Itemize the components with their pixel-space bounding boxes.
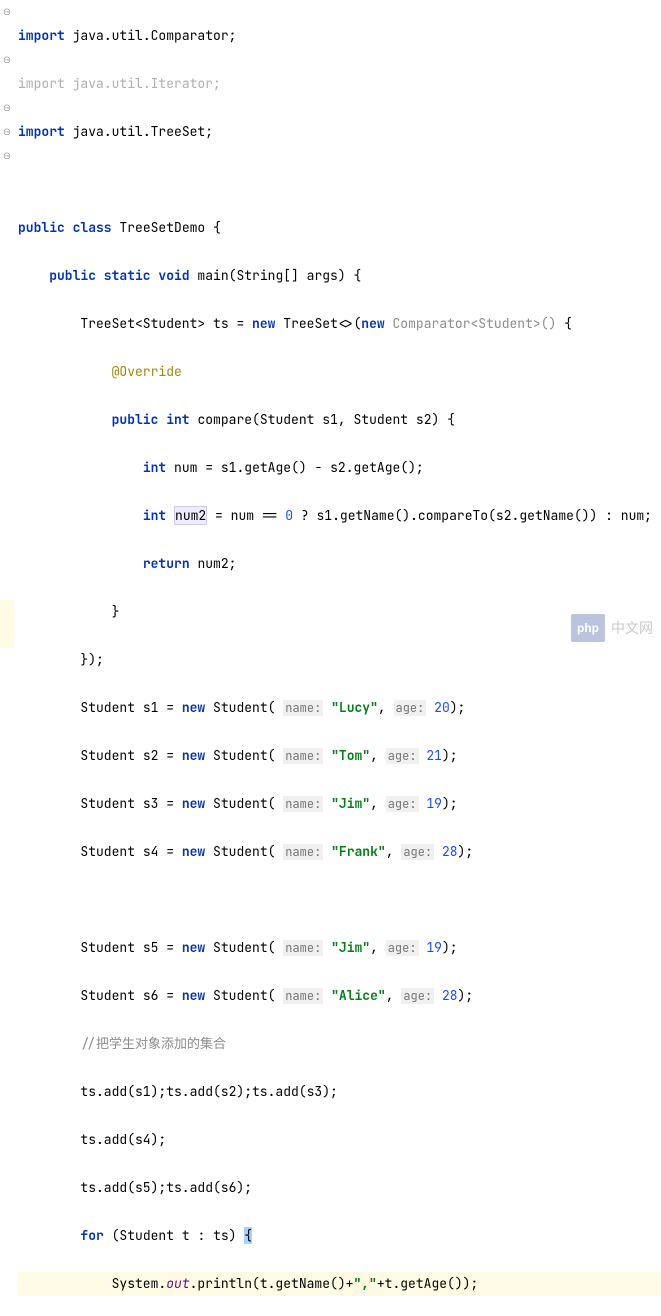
keyword: new — [252, 315, 275, 332]
param-hint: name: — [283, 700, 323, 716]
highlight-marker — [0, 624, 14, 648]
keyword: int — [143, 459, 166, 476]
type: TreeSet<Student> — [80, 315, 205, 332]
keyword: new — [361, 315, 384, 332]
param-hint: age: — [394, 700, 427, 716]
statement: ts.add(s5);ts.add(s6); — [80, 1179, 252, 1196]
var: s4 — [143, 843, 159, 860]
keyword: public static void — [49, 267, 189, 284]
number: 20 — [434, 699, 450, 716]
code-area[interactable]: import java.util.Comparator; import java… — [14, 0, 661, 658]
statement: ts.add(s1);ts.add(s2);ts.add(s3); — [80, 1083, 337, 1100]
keyword: import — [18, 27, 65, 44]
import-path: java.util.TreeSet — [73, 123, 206, 140]
field: out — [166, 1275, 189, 1292]
var: s3 — [143, 795, 159, 812]
statement: ts.add(s4); — [80, 1131, 166, 1148]
fold-icon[interactable]: ⊖ — [2, 7, 12, 17]
brace-match: { — [244, 1227, 252, 1244]
fold-icon[interactable]: ⊖ — [2, 103, 12, 113]
var-highlighted: num2 — [174, 506, 207, 525]
watermark-text: 中文网 — [611, 616, 653, 640]
keyword: public class — [18, 219, 112, 236]
param: s2 — [416, 411, 432, 428]
fold-icon[interactable]: ⊖ — [2, 151, 12, 161]
class-name: TreeSetDemo — [119, 219, 205, 236]
highlight-marker — [0, 600, 14, 624]
comment: //把学生对象添加的集合 — [80, 1035, 226, 1052]
string: "Lucy" — [331, 699, 378, 716]
var: ts — [213, 315, 229, 332]
keyword: public int — [112, 411, 190, 428]
var: num — [174, 459, 197, 476]
method-name: compare — [197, 411, 252, 428]
code-editor[interactable]: ⊖ ⊖ ⊖ ⊖ ⊖ import java.util.Comparator; i… — [0, 0, 661, 658]
method-name: main — [197, 267, 228, 284]
unused-import: import java.util.Iterator; — [18, 75, 221, 92]
var: s6 — [143, 987, 159, 1004]
var: s5 — [143, 939, 159, 956]
fold-icon[interactable]: ⊖ — [2, 127, 12, 137]
number: 0 — [285, 507, 293, 524]
keyword: int — [143, 507, 166, 524]
keyword: for — [80, 1227, 103, 1244]
params: String[] args — [236, 267, 337, 284]
fold-icon[interactable]: ⊖ — [2, 55, 12, 65]
watermark: php 中文网 — [571, 614, 653, 642]
string: "," — [353, 1275, 376, 1292]
keyword: return — [143, 555, 190, 572]
anon-type: Comparator<Student> — [393, 315, 541, 332]
annotation: @Override — [112, 363, 182, 380]
var: s2 — [143, 747, 159, 764]
gutter: ⊖ ⊖ ⊖ ⊖ ⊖ — [0, 0, 14, 658]
php-badge-icon: php — [571, 614, 605, 642]
keyword: import — [18, 123, 65, 140]
param: s1 — [322, 411, 338, 428]
ctor: TreeSet<> — [283, 315, 353, 332]
import-path: java.util.Comparator — [73, 27, 229, 44]
var: s1 — [143, 699, 159, 716]
